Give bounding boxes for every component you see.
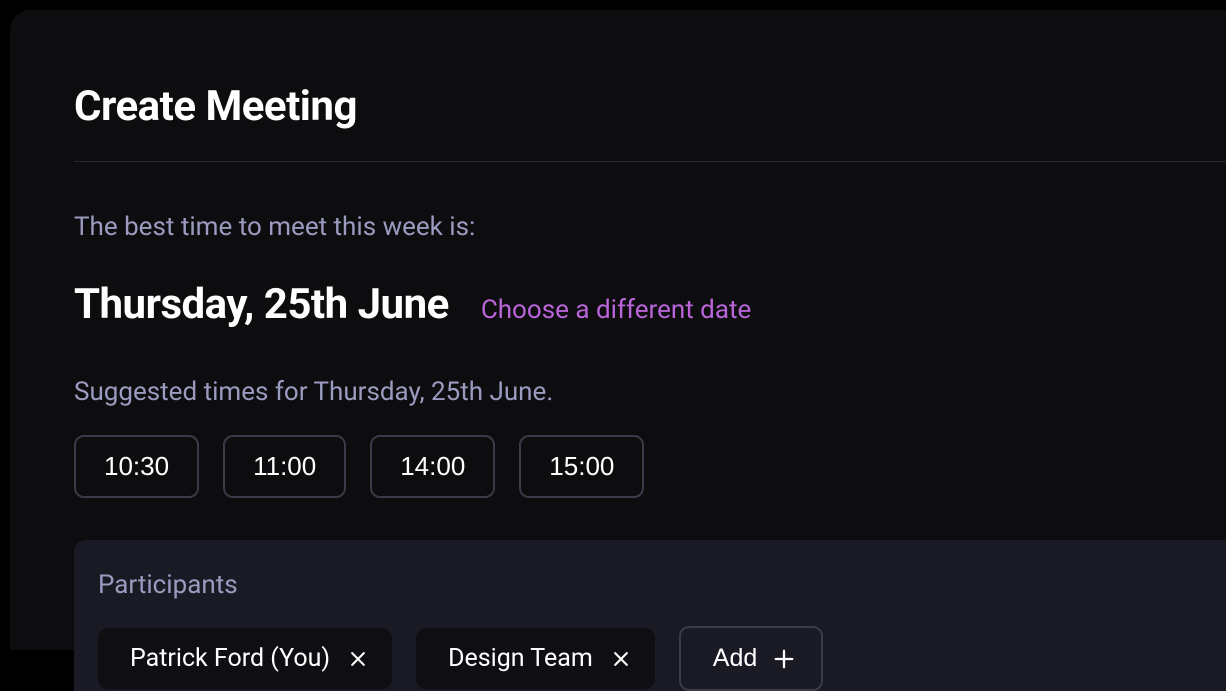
- time-slot-1[interactable]: 11:00: [223, 435, 346, 498]
- page-title: Create Meeting: [74, 82, 1226, 131]
- selected-date: Thursday, 25th June: [74, 280, 449, 329]
- remove-participant-icon[interactable]: [348, 649, 368, 669]
- time-slot-3[interactable]: 15:00: [519, 435, 644, 498]
- participant-chip-label: Patrick Ford (You): [130, 644, 330, 673]
- add-participant-button[interactable]: Add: [679, 626, 823, 691]
- create-meeting-panel: Create Meeting The best time to meet thi…: [10, 10, 1226, 650]
- plus-icon: [773, 648, 795, 670]
- participants-chips: Patrick Ford (You) Design Team: [98, 626, 1226, 691]
- time-slot-0[interactable]: 10:30: [74, 435, 199, 498]
- participant-chip-label: Design Team: [448, 644, 593, 673]
- change-date-link[interactable]: Choose a different date: [481, 295, 751, 325]
- time-slots: 10:30 11:00 14:00 15:00: [74, 435, 1226, 498]
- best-time-subtitle: The best time to meet this week is:: [74, 212, 1226, 242]
- remove-participant-icon[interactable]: [611, 649, 631, 669]
- participants-box: Participants Patrick Ford (You) Design T…: [74, 540, 1226, 691]
- participants-label: Participants: [98, 570, 1226, 600]
- divider: [74, 161, 1226, 162]
- participant-chip-0: Patrick Ford (You): [98, 628, 392, 689]
- add-participant-label: Add: [713, 644, 757, 673]
- date-row: Thursday, 25th June Choose a different d…: [74, 280, 1226, 329]
- time-slot-2[interactable]: 14:00: [370, 435, 495, 498]
- participant-chip-1: Design Team: [416, 628, 655, 689]
- suggested-times-label: Suggested times for Thursday, 25th June.: [74, 377, 1226, 407]
